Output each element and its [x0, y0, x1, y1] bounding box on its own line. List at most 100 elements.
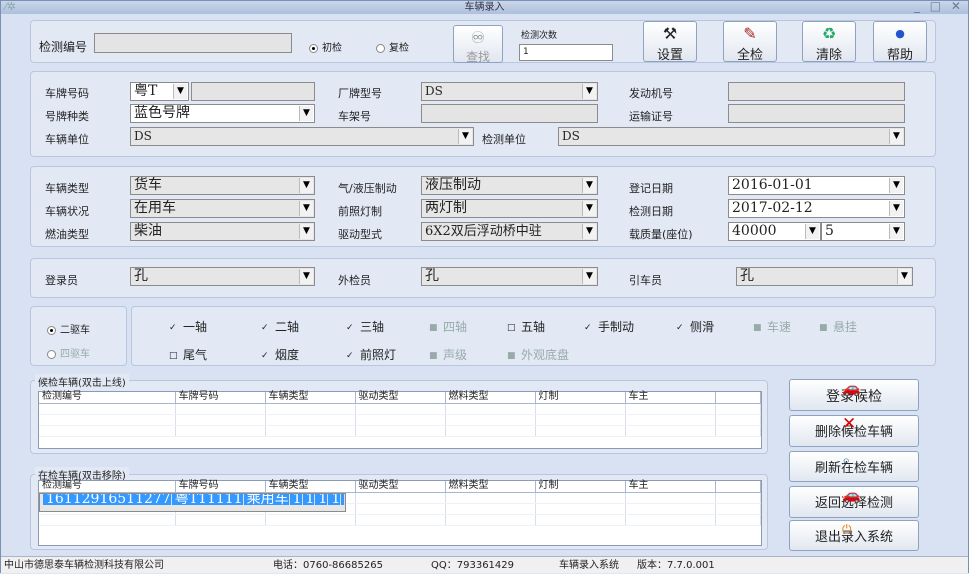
column-header[interactable]: 检测编号 — [39, 481, 176, 493]
empty-cell — [175, 414, 266, 426]
radio-retest[interactable]: 复检 — [376, 39, 409, 54]
checkbox-item[interactable]: ✓ 烟度 — [261, 346, 299, 363]
seats-select[interactable]: 5 ▼ — [821, 222, 905, 241]
chevron-down-icon: ▼ — [299, 224, 313, 239]
plate-prefix-value: 粤T — [134, 83, 158, 99]
status-label: 车辆状况 — [45, 205, 89, 218]
engine-input[interactable] — [728, 82, 905, 101]
column-header[interactable]: 车辆类型 — [265, 481, 356, 493]
find-button[interactable]: ♾ 查找 — [453, 25, 503, 64]
radio-dot-on — [47, 325, 56, 335]
owner-select[interactable]: DS ▼ — [130, 127, 474, 146]
inspector-select[interactable]: 孔 ▼ — [421, 267, 598, 286]
column-header[interactable]: 驱动类型 — [355, 481, 446, 493]
column-header[interactable]: 燃料类型 — [445, 392, 536, 404]
exit-system-button[interactable]: ⏻ 退出录入系统 — [789, 520, 919, 551]
checkbox-box: □ — [507, 322, 516, 333]
station-select[interactable]: DS ▼ — [558, 127, 905, 146]
settings-button[interactable]: ⚒ 设置 — [643, 21, 697, 63]
column-header[interactable]: 燃料类型 — [445, 481, 536, 493]
testing-table[interactable]: 检测编号 车牌号码 车辆类型 驱动类型 燃料类型 灯制 车主 16112916511277 粤… — [38, 480, 762, 546]
login-label: 登录员 — [45, 274, 78, 287]
full-test-button[interactable]: ✎ 全检 — [723, 21, 777, 63]
chevron-down-icon: ▼ — [299, 201, 313, 216]
checkbox-item[interactable]: ✓ 手制动 — [584, 318, 634, 335]
column-header[interactable]: 检测编号 — [39, 392, 176, 404]
status-bar: 中山市德思泰车辆检测科技有限公司 电话：0760-86685265 QQ：793… — [1, 556, 968, 573]
column-header[interactable]: 车辆类型 — [265, 392, 356, 404]
plate-prefix-select[interactable]: 粤T ▼ — [130, 82, 189, 101]
transport-input[interactable] — [728, 104, 905, 123]
checkbox-item[interactable]: ✓ 前照灯 — [346, 346, 396, 363]
column-header[interactable]: 车牌号码 — [175, 392, 266, 404]
empty-cell — [625, 503, 716, 515]
register-waiting-button[interactable]: 🚗 登录候检 — [789, 379, 919, 411]
refresh-testing-label: 刷新在检车辆 — [814, 461, 893, 476]
checkbox-item[interactable]: ■ 悬挂 — [819, 318, 857, 335]
column-header[interactable]: 车牌号码 — [175, 481, 266, 493]
radio-first-test[interactable]: 初检 — [309, 39, 342, 54]
empty-cell — [355, 425, 446, 437]
login-select[interactable]: 孔 ▼ — [130, 267, 315, 286]
checkbox-item[interactable]: ✓ 三轴 — [346, 318, 384, 335]
fuel-label: 燃油类型 — [45, 228, 89, 241]
delete-waiting-button[interactable]: ✕ 删除候检车辆 — [789, 415, 919, 447]
column-header[interactable]: 车主 — [625, 481, 716, 493]
chevron-down-icon: ▼ — [889, 129, 903, 144]
seats-value: 5 — [825, 223, 834, 239]
driver-label: 引车员 — [629, 274, 662, 287]
count-input[interactable]: 1 — [519, 44, 613, 61]
column-header[interactable]: 灯制 — [535, 481, 626, 493]
refresh-testing-button[interactable]: ⌕ 刷新在检车辆 — [789, 451, 919, 482]
drive-select[interactable]: 6X2双后浮动桥中驻 ▼ — [421, 222, 598, 241]
reg-date-picker[interactable]: 2016-01-01 ▼ — [728, 176, 905, 195]
empty-cell — [39, 403, 176, 415]
test-date-picker[interactable]: 2017-02-12 ▼ — [728, 199, 905, 218]
checkbox-item[interactable]: ✓ 侧滑 — [676, 318, 714, 335]
model-select[interactable]: DS ▼ — [421, 82, 598, 101]
load-select[interactable]: 40000 ▼ — [728, 222, 821, 241]
brake-label: 气/液压制动 — [338, 182, 397, 195]
clear-button[interactable]: ♻ 清除 — [802, 21, 856, 63]
type-select[interactable]: 货车 ▼ — [130, 176, 315, 195]
waiting-table[interactable]: 检测编号 车牌号码 车辆类型 驱动类型 燃料类型 灯制 车主 — [38, 391, 762, 449]
checkbox-item[interactable]: □ 尾气 — [169, 346, 207, 363]
checkbox-item[interactable]: ■ 声级 — [429, 346, 467, 363]
driver-select[interactable]: 孔 ▼ — [736, 267, 913, 286]
title-bar: ⁄✲ 车辆录入 _ □ ✕ — [1, 0, 968, 14]
column-header[interactable]: 灯制 — [535, 392, 626, 404]
return-select-button[interactable]: 🚗 返回选择检测 — [789, 486, 919, 518]
table-cell: 1 — [302, 493, 316, 505]
radio-retest-label: 复检 — [389, 43, 409, 54]
brake-select[interactable]: 液压制动 ▼ — [421, 176, 598, 195]
column-header[interactable]: 驱动类型 — [355, 392, 446, 404]
model-label: 厂牌型号 — [338, 87, 382, 100]
plate-no-input[interactable] — [191, 82, 315, 101]
test-date-label: 检测日期 — [629, 205, 673, 218]
column-header[interactable]: 车主 — [625, 392, 716, 404]
checkbox-item[interactable]: ■ 车速 — [753, 318, 791, 335]
checkbox-item[interactable]: ■ 四轴 — [429, 318, 467, 335]
fuel-select[interactable]: 柴油 ▼ — [130, 222, 315, 241]
plate-type-select[interactable]: 蓝色号牌 ▼ — [130, 104, 315, 123]
pen-icon: ✎ — [743, 24, 757, 43]
checkbox-item[interactable]: ✓ 二轴 — [261, 318, 299, 335]
empty-cell — [445, 492, 536, 504]
checkbox-label: 侧滑 — [690, 320, 715, 334]
empty-cell — [265, 403, 356, 415]
table-row[interactable]: 16112916511277 粤T11111 乘用车 1 1 1 1 — [39, 492, 347, 512]
lamp-select[interactable]: 两灯制 ▼ — [421, 199, 598, 218]
checkbox-item[interactable]: ✓ 一轴 — [169, 318, 207, 335]
checkbox-item[interactable]: ■ 外观底盘 — [507, 346, 569, 363]
checkbox-item[interactable]: □ 五轴 — [507, 318, 545, 335]
radio-four-wheel-drive[interactable]: 四驱车 — [47, 345, 90, 360]
help-button[interactable]: ● 帮助 — [873, 21, 927, 63]
vin-input[interactable] — [421, 104, 598, 123]
empty-cell — [625, 514, 716, 526]
window-controls[interactable]: _ □ ✕ — [914, 0, 964, 13]
checkbox-label: 前照灯 — [360, 348, 397, 362]
radio-two-wheel-drive[interactable]: 二驱车 — [47, 321, 90, 336]
status-select[interactable]: 在用车 ▼ — [130, 199, 315, 218]
chevron-down-icon: ▼ — [897, 269, 911, 284]
test-no-input[interactable] — [94, 33, 292, 53]
